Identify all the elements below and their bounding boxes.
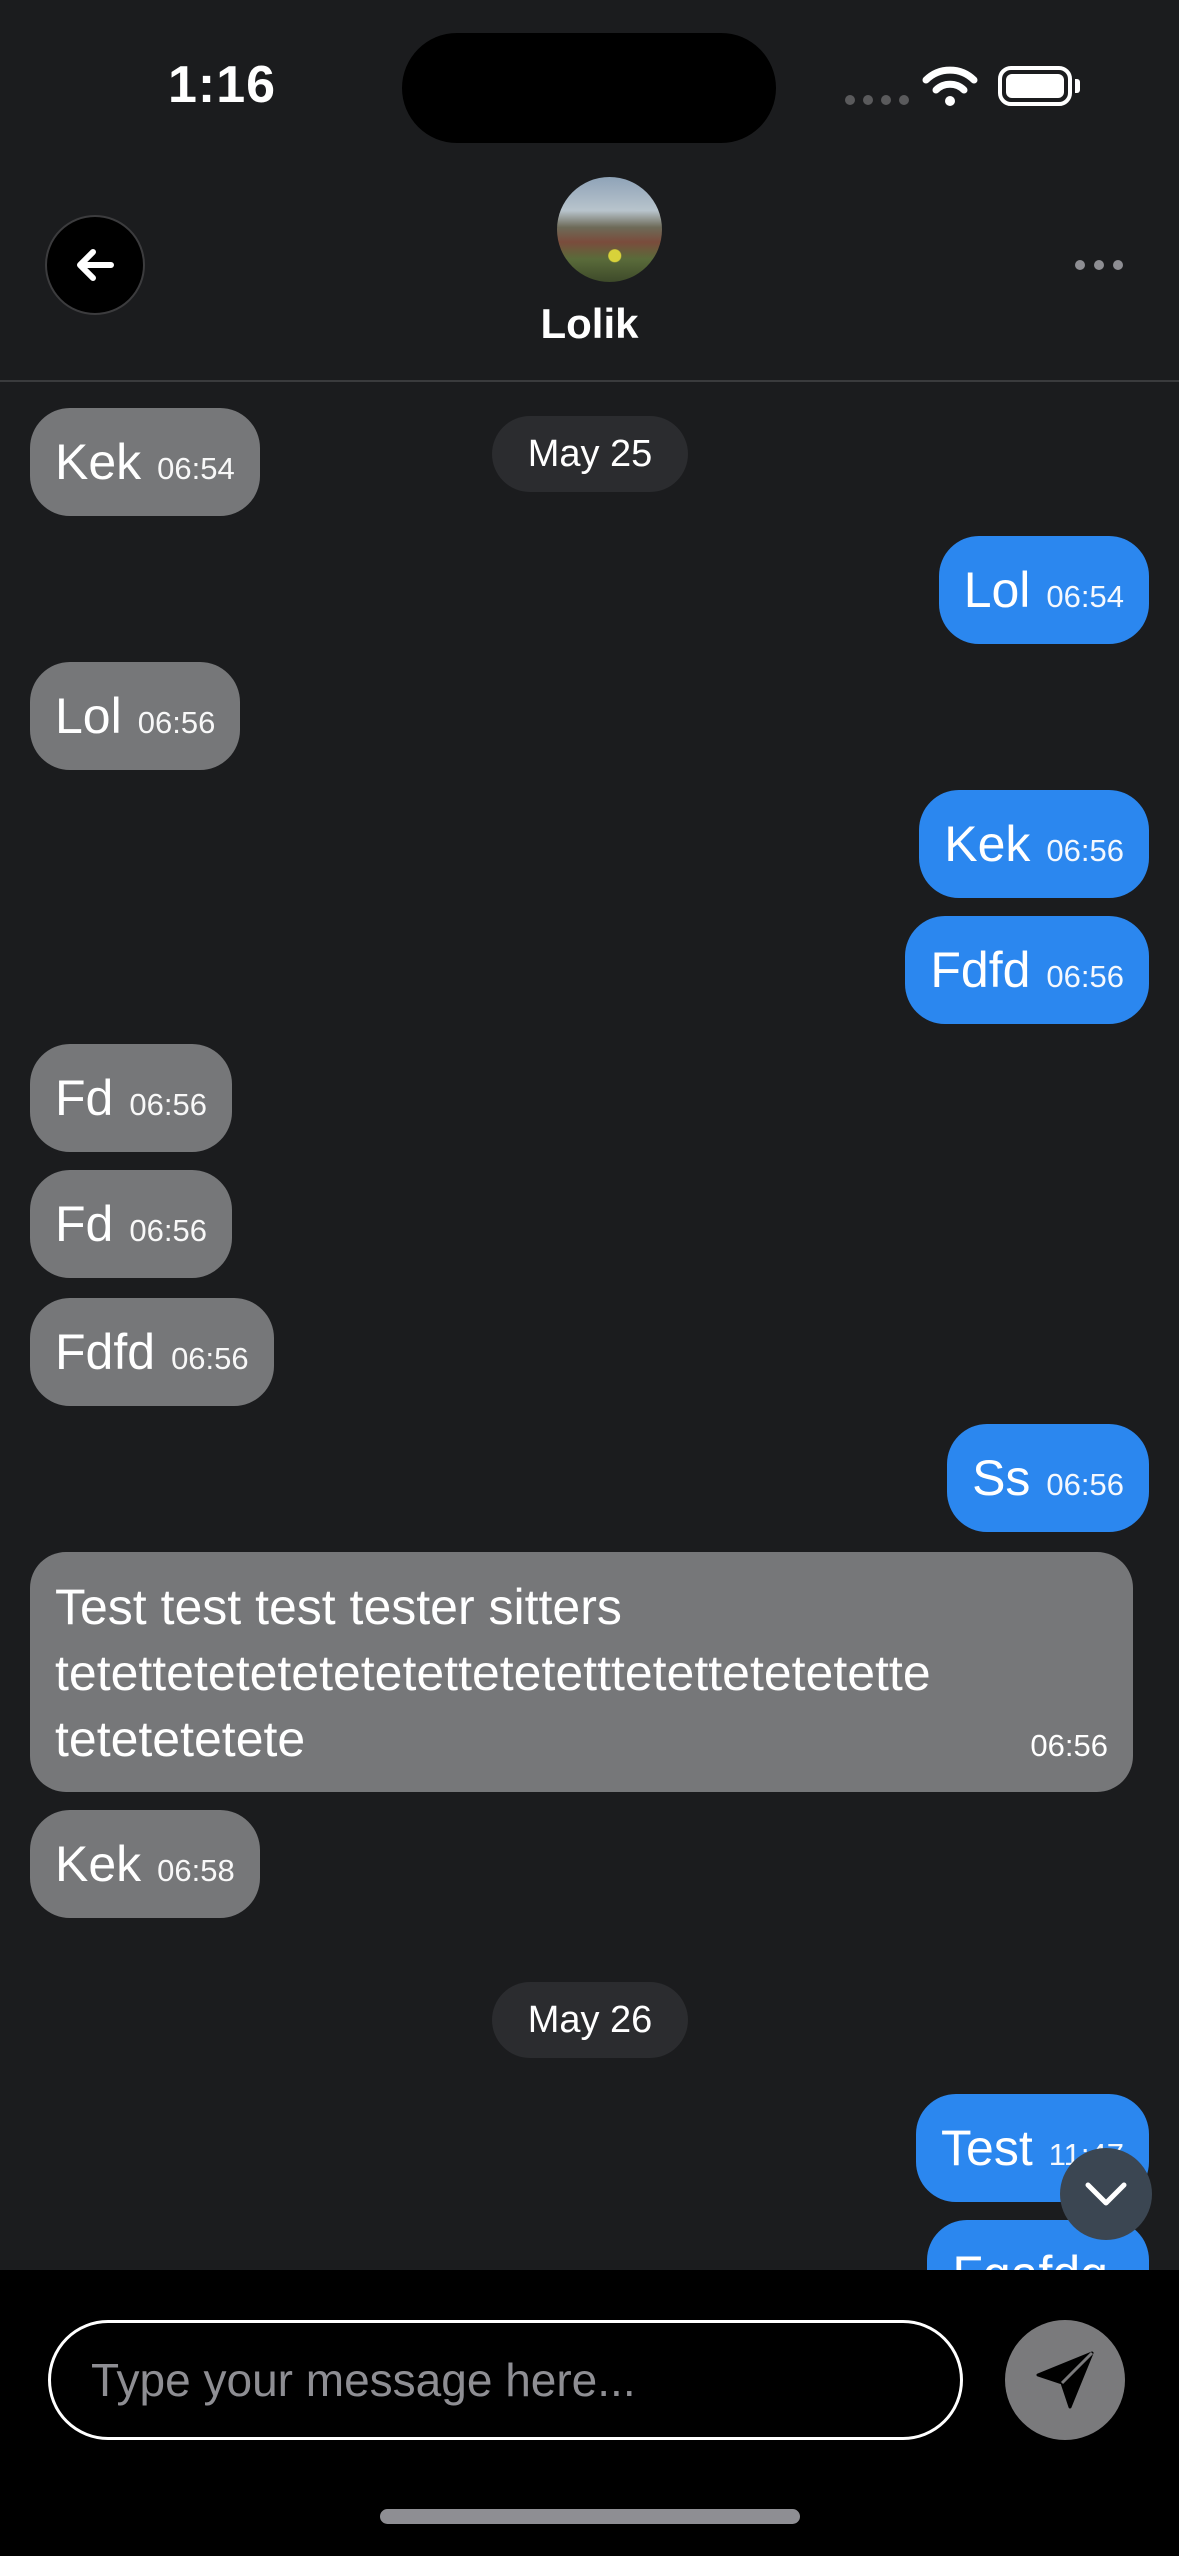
message-time: 06:56 bbox=[1030, 1728, 1108, 1763]
message-text: Test bbox=[941, 2120, 1033, 2176]
scroll-to-bottom-button[interactable] bbox=[1060, 2148, 1152, 2240]
message-text: Fd bbox=[55, 1196, 114, 1252]
message-time: 06:56 bbox=[137, 705, 216, 740]
message-outgoing[interactable]: Lol 06:54 bbox=[938, 536, 1149, 644]
message-text: Test test test tester sitters tetettetet… bbox=[55, 1579, 931, 1767]
status-bar: 1:16 bbox=[0, 0, 1179, 160]
message-time: 06:56 bbox=[1046, 833, 1124, 868]
message-text: Ss bbox=[972, 1450, 1031, 1506]
message-text: Fgafdg bbox=[952, 2245, 1108, 2270]
message-text: Kek bbox=[944, 816, 1031, 872]
send-button[interactable] bbox=[1005, 2320, 1125, 2440]
battery-icon bbox=[998, 66, 1072, 106]
contact-avatar[interactable] bbox=[557, 177, 662, 282]
status-time: 1:16 bbox=[168, 56, 277, 114]
ellipsis-icon[interactable] bbox=[1075, 260, 1123, 270]
message-text: Fdfd bbox=[55, 1324, 156, 1380]
wifi-icon bbox=[922, 66, 978, 106]
message-text: Lol bbox=[963, 562, 1031, 618]
message-text: Lol bbox=[55, 688, 122, 744]
message-outgoing[interactable]: Kek 06:56 bbox=[919, 790, 1149, 898]
message-incoming[interactable]: Kek 06:54 bbox=[30, 408, 260, 516]
message-time: 06:56 bbox=[1046, 1467, 1124, 1502]
message-time: 06:58 bbox=[157, 1853, 235, 1888]
message-time: 06:54 bbox=[157, 451, 235, 486]
message-incoming[interactable]: Kek 06:58 bbox=[30, 1810, 260, 1918]
message-time: 06:56 bbox=[129, 1213, 207, 1248]
dynamic-island bbox=[402, 33, 776, 143]
message-outgoing[interactable]: Fdfd 06:56 bbox=[905, 916, 1149, 1024]
arrow-left-icon bbox=[77, 249, 114, 281]
message-time: 06:56 bbox=[129, 1087, 207, 1122]
message-list[interactable]: Kek 06:54 May 25 Lol 06:54 Lol 06:56 Kek… bbox=[0, 384, 1179, 2270]
contact-name: Lolik bbox=[540, 300, 639, 347]
message-text: Kek bbox=[55, 434, 142, 490]
message-time: 06:54 bbox=[1046, 579, 1124, 614]
message-outgoing[interactable]: Ss 06:56 bbox=[947, 1424, 1149, 1532]
message-incoming[interactable]: Lol 06:56 bbox=[30, 662, 241, 770]
message-input[interactable] bbox=[48, 2320, 963, 2440]
message-incoming[interactable]: Fd 06:56 bbox=[30, 1170, 232, 1278]
message-text: Fd bbox=[55, 1070, 114, 1126]
message-incoming[interactable]: Test test test tester sitters tetettetet… bbox=[30, 1552, 1133, 1792]
date-separator: May 26 bbox=[492, 1982, 688, 2058]
message-time: 06:56 bbox=[1046, 959, 1124, 994]
message-incoming[interactable]: Fdfd 06:56 bbox=[30, 1298, 274, 1406]
cellular-signal-icon bbox=[845, 95, 909, 105]
chevron-down-icon bbox=[1085, 2182, 1127, 2206]
chat-header: Lolik bbox=[0, 160, 1179, 382]
send-icon bbox=[1036, 2351, 1094, 2409]
message-incoming[interactable]: Fd 06:56 bbox=[30, 1044, 232, 1152]
date-separator: May 25 bbox=[492, 416, 688, 492]
message-text: Fdfd bbox=[930, 942, 1031, 998]
message-time: 06:56 bbox=[171, 1341, 249, 1376]
home-indicator bbox=[380, 2509, 800, 2524]
message-text: Kek bbox=[55, 1836, 142, 1892]
